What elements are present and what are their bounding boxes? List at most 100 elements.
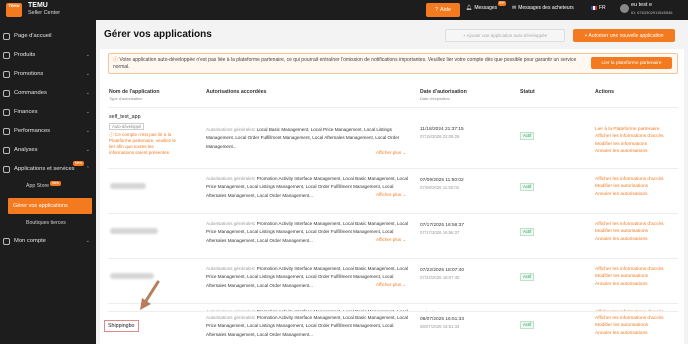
flag-icon bbox=[591, 6, 597, 10]
chevron-down-icon: ⌄ bbox=[85, 238, 90, 244]
chevron-up-icon: ⌃ bbox=[85, 166, 90, 172]
logo-text: TEMU bbox=[8, 4, 20, 8]
chevron-down-icon: ⌄ bbox=[85, 147, 90, 153]
messages-label: Messages bbox=[474, 5, 498, 11]
show-more-link[interactable]: Afficher plus ⌄ bbox=[376, 237, 406, 243]
column-header-name: Nom de l'application bbox=[109, 89, 160, 95]
authorize-new-app-button[interactable]: + Autoriser une nouvelle application bbox=[573, 29, 675, 42]
home-icon bbox=[3, 32, 10, 40]
help-button[interactable]: ? Aide bbox=[426, 3, 460, 17]
page-title: Gérer vos applications bbox=[104, 29, 212, 40]
order-icon bbox=[3, 89, 10, 97]
edit-authorization-action[interactable]: Modifier les autorisations bbox=[595, 228, 664, 235]
expiry-date: 08/07/2026 16:51:33 bbox=[420, 324, 460, 329]
authorization-date: 07/09/2025 11:50:02 bbox=[420, 178, 464, 183]
sidebar-item-products[interactable]: Produits ⌄ bbox=[0, 47, 96, 63]
status-badge: Actif bbox=[520, 321, 535, 329]
new-badge: New bbox=[50, 181, 62, 186]
show-more-link[interactable]: Afficher plus ⌄ bbox=[376, 150, 406, 156]
auth-label: Autorisations générales bbox=[206, 221, 255, 226]
sidebar-item-home[interactable]: Page d'accueil bbox=[0, 28, 96, 44]
new-badge: New bbox=[73, 161, 85, 166]
show-access-info-action[interactable]: Afficher les informations d'accès bbox=[595, 133, 664, 140]
avatar[interactable] bbox=[620, 4, 629, 13]
auth-label: Autorisations générales bbox=[206, 176, 255, 181]
show-access-info-action[interactable]: Afficher les informations d'accès bbox=[595, 315, 664, 322]
table-row: Autorisations générales: Promotion Activ… bbox=[108, 311, 678, 344]
cancel-authorization-action[interactable]: Annuler les autorisations bbox=[595, 148, 664, 155]
cancel-authorization-action[interactable]: Annuler les autorisations bbox=[595, 281, 664, 288]
chevron-down-icon: ⌄ bbox=[85, 128, 90, 134]
cancel-authorization-action[interactable]: Annuler les autorisations bbox=[595, 330, 664, 337]
messages-link[interactable]: 🔔︎ Messages bbox=[466, 5, 497, 11]
chevron-down-icon: ⌄ bbox=[85, 52, 90, 58]
app-name-shippingbo: Shippingbo bbox=[104, 320, 139, 332]
sidebar-item-promotions[interactable]: Promotions ⌄ bbox=[0, 66, 96, 82]
cancel-authorization-action[interactable]: Annuler les autorisations bbox=[595, 191, 664, 198]
sidebar-item-label: Promotions bbox=[14, 71, 44, 77]
authorization-date: 08/07/2025 16:51:33 bbox=[420, 317, 465, 322]
link-partner-platform-button[interactable]: Lier la plateforme partenaire bbox=[591, 57, 672, 69]
redacted-app-name bbox=[110, 228, 158, 234]
add-self-app-button[interactable]: + Ajouter une application auto-développé… bbox=[445, 29, 565, 42]
main-content: Gérer vos applications + Ajouter une app… bbox=[96, 20, 688, 344]
user-name[interactable]: eu test e bbox=[631, 2, 652, 8]
warning-banner: ⓘ Votre application auto-développée n'es… bbox=[108, 53, 678, 74]
column-subheader-expiry: Date d'expiration bbox=[420, 96, 450, 101]
sidebar-item-app-store[interactable]: App Store bbox=[26, 183, 49, 189]
sidebar-item-label: Performances bbox=[14, 128, 51, 134]
help-label: Aide bbox=[440, 7, 452, 13]
expiry-date: 07/15/2026 22:09:26 bbox=[420, 134, 460, 139]
status-badge: Actif bbox=[520, 183, 535, 191]
column-header-actions: Actions bbox=[595, 89, 615, 95]
show-more-link[interactable]: Afficher plus ⌄ bbox=[376, 192, 406, 198]
brand-subtitle: Seller Center bbox=[28, 10, 61, 16]
column-header-status: Statut bbox=[520, 89, 535, 95]
chevron-down-icon: ⌄ bbox=[85, 109, 90, 115]
cancel-authorization-action[interactable]: Annuler les autorisations bbox=[595, 236, 664, 243]
show-more-link[interactable]: Afficher plus ⌄ bbox=[376, 282, 406, 288]
user-id: ID: 6763302911545546 bbox=[631, 10, 673, 15]
column-subheader-type: Type d'autorisation bbox=[109, 96, 143, 101]
chevron-down-icon: ⌄ bbox=[85, 71, 90, 77]
edit-authorization-action[interactable]: Modifier les autorisations bbox=[595, 183, 664, 190]
show-access-info-action[interactable]: Afficher les informations d'accès bbox=[595, 266, 664, 273]
app-type-tag: Auto-développé bbox=[109, 123, 145, 130]
row-actions: Afficher les informations d'accès Modifi… bbox=[595, 176, 664, 198]
expiry-date: 07/22/2026 18:07:40 bbox=[420, 275, 460, 280]
warning-message: Votre application auto-développée n'est … bbox=[113, 57, 577, 70]
status-badge: Actif bbox=[520, 132, 535, 140]
sidebar-item-finances[interactable]: Finances ⌄ bbox=[0, 104, 96, 120]
sidebar-item-account[interactable]: Mon compte ⌄ bbox=[0, 233, 96, 249]
user-icon bbox=[3, 237, 10, 245]
authorization-date: 07/17/2025 16:56:37 bbox=[420, 223, 465, 228]
sidebar-item-orders[interactable]: Commandes ⌄ bbox=[0, 85, 96, 101]
edit-authorization-action[interactable]: Modifier les autorisations bbox=[595, 322, 664, 329]
app-link-warning: ⓘ Ce compte n'est pas lié à la Plateform… bbox=[109, 132, 177, 156]
show-access-info-action[interactable]: Afficher les informations d'accès bbox=[595, 176, 664, 183]
language-selector[interactable]: FR bbox=[591, 5, 606, 11]
warning-text: ⓘ Votre application auto-développée n'es… bbox=[113, 57, 581, 71]
sidebar-item-label: Commandes bbox=[14, 90, 47, 96]
buyer-messages-link[interactable]: ✉ Messages des acheteurs bbox=[512, 5, 574, 11]
table-row: Autorisations générales: Promotion Activ… bbox=[108, 258, 678, 302]
sidebar-item-label: Gérer vos applications bbox=[13, 203, 68, 209]
auth-label: Autorisations générales bbox=[206, 266, 255, 271]
edit-authorization-action[interactable]: Modifier les autorisations bbox=[595, 273, 664, 280]
sidebar-item-label: Finances bbox=[14, 109, 38, 115]
brand-title: TEMU bbox=[28, 2, 48, 9]
temu-logo[interactable]: TEMU bbox=[6, 3, 22, 17]
sidebar-item-third-party-stores[interactable]: Boutiques tierces bbox=[26, 220, 66, 226]
link-partner-action[interactable]: Lier à la Plateforme partenaire bbox=[595, 126, 664, 133]
annotation-arrow-icon bbox=[140, 280, 160, 310]
language-label: FR bbox=[599, 5, 606, 11]
sidebar-item-performances[interactable]: Performances ⌄ bbox=[0, 123, 96, 139]
edit-info-action[interactable]: Modifier les informations bbox=[595, 141, 664, 148]
redacted-app-name bbox=[110, 273, 154, 279]
messages-badge: 99+ bbox=[498, 1, 506, 6]
sidebar-item-manage-apps[interactable]: Gérer vos applications bbox=[8, 198, 92, 214]
auth-label: Autorisations générales bbox=[206, 127, 255, 132]
sidebar-item-analyses[interactable]: Analyses ⌄ bbox=[0, 142, 96, 158]
show-access-info-action[interactable]: Afficher les informations d'accès bbox=[595, 221, 664, 228]
applications-card: ⓘ Votre application auto-développée n'es… bbox=[100, 49, 684, 344]
